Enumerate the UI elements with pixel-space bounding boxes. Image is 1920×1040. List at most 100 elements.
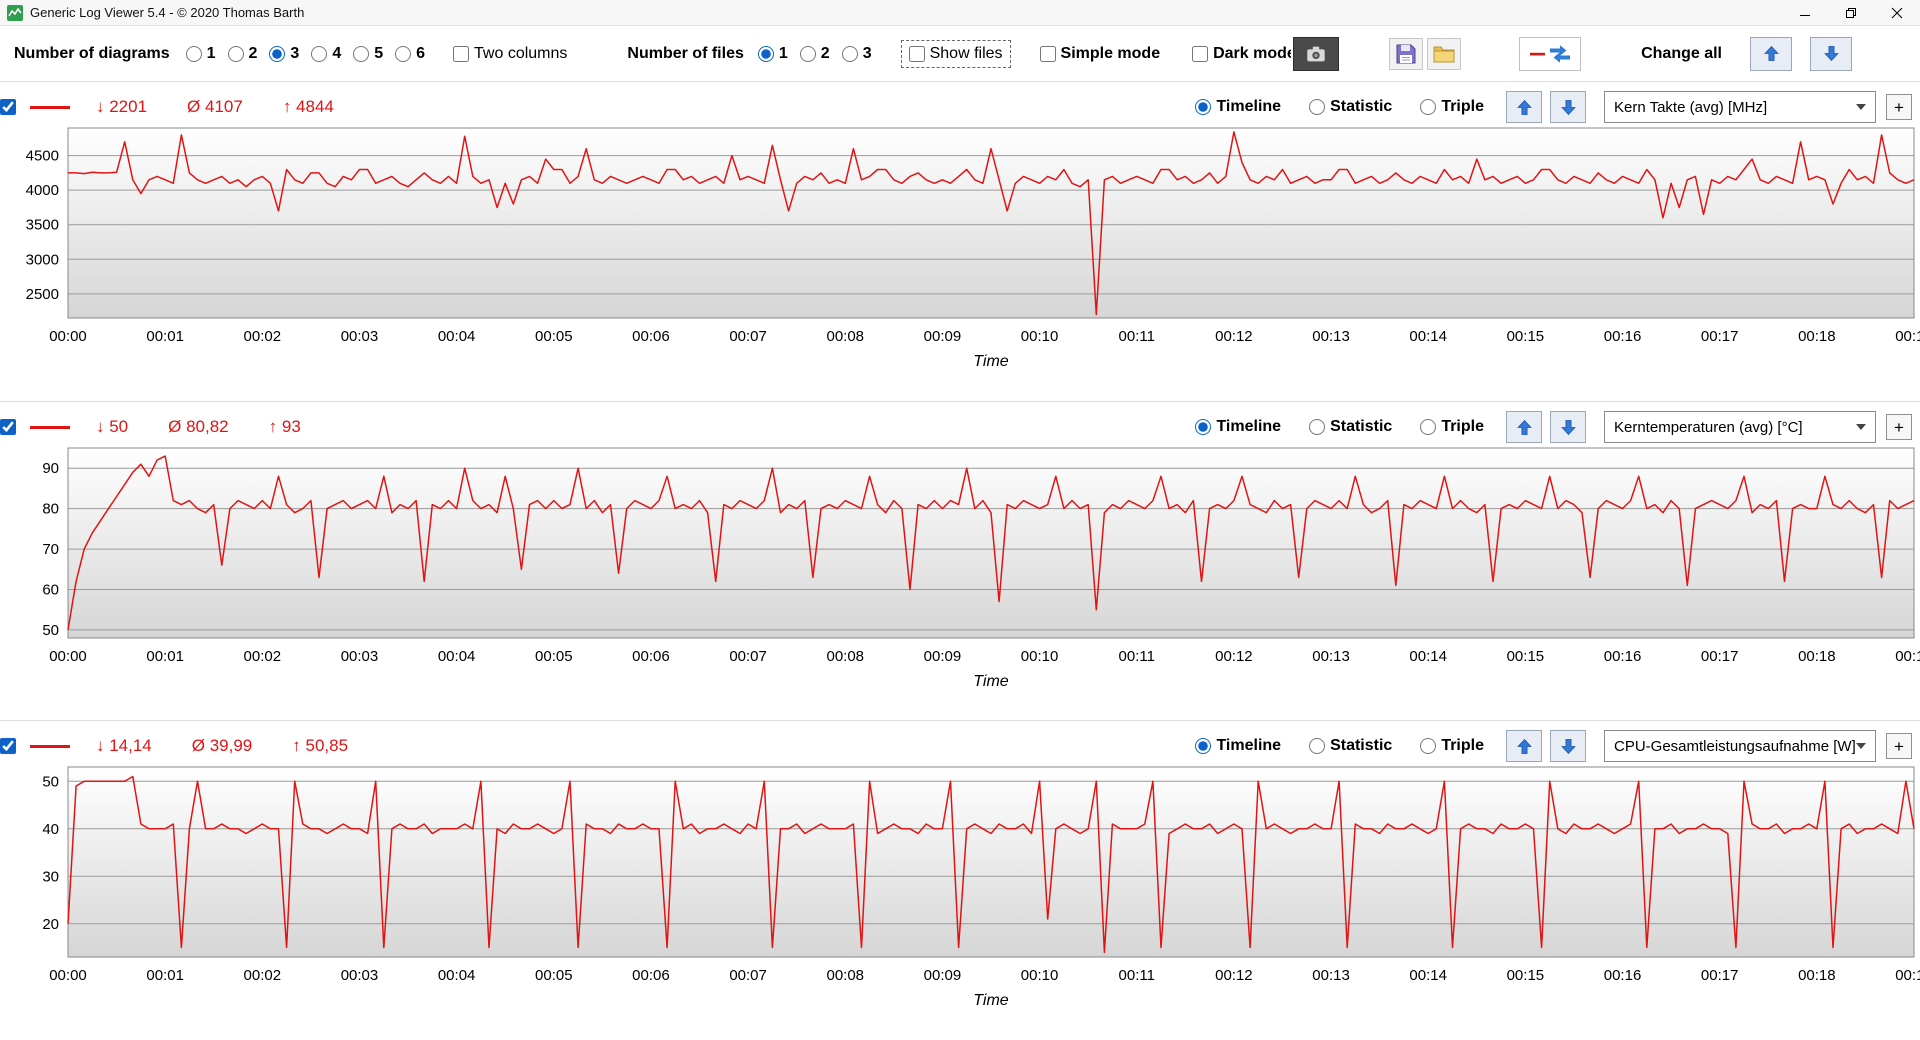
simple-mode-option[interactable]: Simple mode [1040, 45, 1161, 63]
move-diagram-up-button[interactable] [1506, 730, 1542, 762]
move-diagram-up-button[interactable] [1506, 91, 1542, 123]
timeline-radio[interactable] [1195, 738, 1211, 754]
triple-radio[interactable] [1420, 99, 1436, 115]
view-statistic-option[interactable]: Statistic [1309, 98, 1392, 116]
change-all-down-button[interactable] [1810, 37, 1852, 71]
measurement-dropdown[interactable]: CPU-Gesamtleistungsaufnahme [W] [1604, 730, 1876, 762]
diagram-count-option-3[interactable]: 3 [269, 45, 299, 63]
diagram-count-radio-2[interactable] [228, 46, 244, 62]
diagram-count-option-1[interactable]: 1 [186, 45, 216, 63]
diagram-count-radio-3[interactable] [269, 46, 285, 62]
view-statistic-option[interactable]: Statistic [1309, 418, 1392, 436]
view-triple-option[interactable]: Triple [1420, 737, 1484, 755]
two-columns-option[interactable]: Two columns [453, 45, 567, 63]
view-mode-group: Timeline Statistic Triple [1195, 737, 1484, 755]
minimize-button[interactable] [1782, 0, 1828, 25]
svg-text:00:09: 00:09 [924, 648, 962, 665]
diagram-panel-1: ↓ 2201 Ø 4107 ↑ 4844 Timeline Statistic … [0, 82, 1920, 401]
statistic-radio[interactable] [1309, 419, 1325, 435]
timeline-chart[interactable]: 2500300035004000450000:0000:0100:0200:03… [0, 124, 1920, 370]
refresh-line-colors-button[interactable] [1519, 37, 1581, 71]
view-timeline-option[interactable]: Timeline [1195, 418, 1281, 436]
diagram-count-radio-1[interactable] [186, 46, 202, 62]
move-diagram-up-button[interactable] [1506, 411, 1542, 443]
view-mode-group: Timeline Statistic Triple [1195, 98, 1484, 116]
file-count-option-2[interactable]: 2 [800, 45, 830, 63]
svg-text:00:10: 00:10 [1021, 648, 1059, 665]
simple-mode-checkbox[interactable] [1040, 46, 1056, 62]
svg-text:90: 90 [42, 460, 59, 477]
option-label: Simple mode [1061, 45, 1161, 63]
measurement-dropdown[interactable]: Kern Takte (avg) [MHz] [1604, 91, 1876, 123]
file-count-option-1[interactable]: 1 [758, 45, 788, 63]
add-measurement-button[interactable]: + [1886, 733, 1912, 759]
window-title: Generic Log Viewer 5.4 - © 2020 Thomas B… [30, 5, 304, 20]
maximize-restore-button[interactable] [1828, 0, 1874, 25]
file-count-radio-3[interactable] [842, 46, 858, 62]
diagram-count-option-5[interactable]: 5 [353, 45, 383, 63]
svg-text:00:05: 00:05 [535, 648, 573, 665]
svg-text:00:01: 00:01 [146, 328, 184, 345]
panel-header: ↓ 2201 Ø 4107 ↑ 4844 Timeline Statistic … [0, 82, 1920, 122]
svg-text:00:04: 00:04 [438, 328, 476, 345]
diagram-count-option-6[interactable]: 6 [395, 45, 425, 63]
option-label: Triple [1441, 418, 1484, 436]
file-count-radio-1[interactable] [758, 46, 774, 62]
measurement-dropdown-value: CPU-Gesamtleistungsaufnahme [W] [1614, 738, 1856, 755]
series-visible-checkbox[interactable] [0, 419, 16, 435]
measurement-dropdown[interactable]: Kerntemperaturen (avg) [°C] [1604, 411, 1876, 443]
option-label: Timeline [1216, 737, 1281, 755]
view-statistic-option[interactable]: Statistic [1309, 737, 1392, 755]
timeline-chart[interactable]: 2030405000:0000:0100:0200:0300:0400:0500… [0, 763, 1920, 1009]
move-diagram-down-button[interactable] [1550, 730, 1586, 762]
diagram-count-option-2[interactable]: 2 [228, 45, 258, 63]
arrow-down-icon [1560, 419, 1577, 436]
dark-mode-option[interactable]: Dark mode [1192, 45, 1291, 63]
option-label: Statistic [1330, 737, 1392, 755]
diagram-count-option-4[interactable]: 4 [311, 45, 341, 63]
open-folder-button[interactable] [1427, 38, 1461, 70]
view-triple-option[interactable]: Triple [1420, 418, 1484, 436]
svg-text:00:05: 00:05 [535, 328, 573, 345]
line-refresh-icon [1528, 42, 1572, 66]
add-measurement-button[interactable]: + [1886, 414, 1912, 440]
save-icon [1394, 42, 1418, 66]
svg-text:00:10: 00:10 [1021, 328, 1059, 345]
measurement-dropdown-value: Kern Takte (avg) [MHz] [1614, 99, 1767, 116]
svg-text:00:00: 00:00 [49, 648, 87, 665]
statistic-radio[interactable] [1309, 738, 1325, 754]
arrow-down-icon [1560, 99, 1577, 116]
diagram-count-radio-4[interactable] [311, 46, 327, 62]
option-label: 1 [207, 45, 216, 63]
timeline-chart[interactable]: 506070809000:0000:0100:0200:0300:0400:05… [0, 444, 1920, 690]
close-button[interactable] [1874, 0, 1920, 25]
diagram-count-radio-6[interactable] [395, 46, 411, 62]
file-count-option-3[interactable]: 3 [842, 45, 872, 63]
view-triple-option[interactable]: Triple [1420, 98, 1484, 116]
svg-text:Time: Time [973, 353, 1009, 370]
triple-radio[interactable] [1420, 738, 1436, 754]
view-timeline-option[interactable]: Timeline [1195, 98, 1281, 116]
change-all-up-button[interactable] [1750, 37, 1792, 71]
view-timeline-option[interactable]: Timeline [1195, 737, 1281, 755]
diagram-count-radio-5[interactable] [353, 46, 369, 62]
move-diagram-down-button[interactable] [1550, 91, 1586, 123]
svg-text:00:03: 00:03 [341, 967, 379, 984]
number-of-diagrams-label: Number of diagrams [14, 45, 170, 63]
timeline-radio[interactable] [1195, 419, 1211, 435]
statistic-radio[interactable] [1309, 99, 1325, 115]
two-columns-checkbox[interactable] [453, 46, 469, 62]
screenshot-button[interactable] [1293, 37, 1339, 71]
series-color-swatch [30, 426, 70, 429]
save-button[interactable] [1389, 38, 1423, 70]
add-measurement-button[interactable]: + [1886, 94, 1912, 120]
move-diagram-down-button[interactable] [1550, 411, 1586, 443]
triple-radio[interactable] [1420, 419, 1436, 435]
series-visible-checkbox[interactable] [0, 738, 16, 754]
timeline-radio[interactable] [1195, 99, 1211, 115]
file-count-radio-2[interactable] [800, 46, 816, 62]
show-files-checkbox[interactable] [909, 46, 925, 62]
series-visible-checkbox[interactable] [0, 99, 16, 115]
dark-mode-checkbox[interactable] [1192, 46, 1208, 62]
show-files-option[interactable]: Show files [909, 45, 1003, 63]
